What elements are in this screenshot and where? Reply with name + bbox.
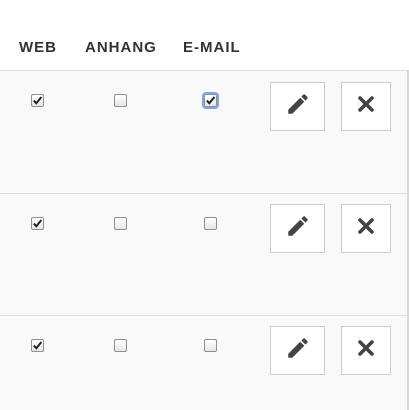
anhang-checkbox[interactable] — [114, 217, 127, 230]
email-checkbox[interactable] — [204, 217, 217, 230]
table-row — [0, 316, 409, 410]
edit-button[interactable] — [270, 204, 325, 253]
table-row — [0, 194, 409, 316]
pencil-icon — [285, 213, 311, 244]
close-icon — [356, 94, 376, 119]
web-checkbox[interactable] — [31, 94, 44, 107]
table-header: WEB ANHANG E-MAIL — [0, 0, 409, 71]
pencil-icon — [285, 335, 311, 366]
close-icon — [356, 338, 376, 363]
column-header-anhang: ANHANG — [85, 39, 157, 56]
delete-button[interactable] — [341, 204, 391, 253]
close-icon — [356, 216, 376, 241]
delete-button[interactable] — [341, 82, 391, 131]
pencil-icon — [285, 91, 311, 122]
email-checkbox[interactable] — [204, 339, 217, 352]
table-row — [0, 71, 409, 194]
delete-button[interactable] — [341, 326, 391, 375]
email-checkbox[interactable] — [202, 92, 219, 109]
anhang-checkbox[interactable] — [114, 94, 127, 107]
column-header-email: E-MAIL — [183, 39, 241, 56]
edit-button[interactable] — [270, 326, 325, 375]
web-checkbox[interactable] — [31, 217, 44, 230]
web-checkbox[interactable] — [31, 339, 44, 352]
column-header-web: WEB — [19, 39, 57, 56]
anhang-checkbox[interactable] — [114, 339, 127, 352]
edit-button[interactable] — [270, 82, 325, 131]
